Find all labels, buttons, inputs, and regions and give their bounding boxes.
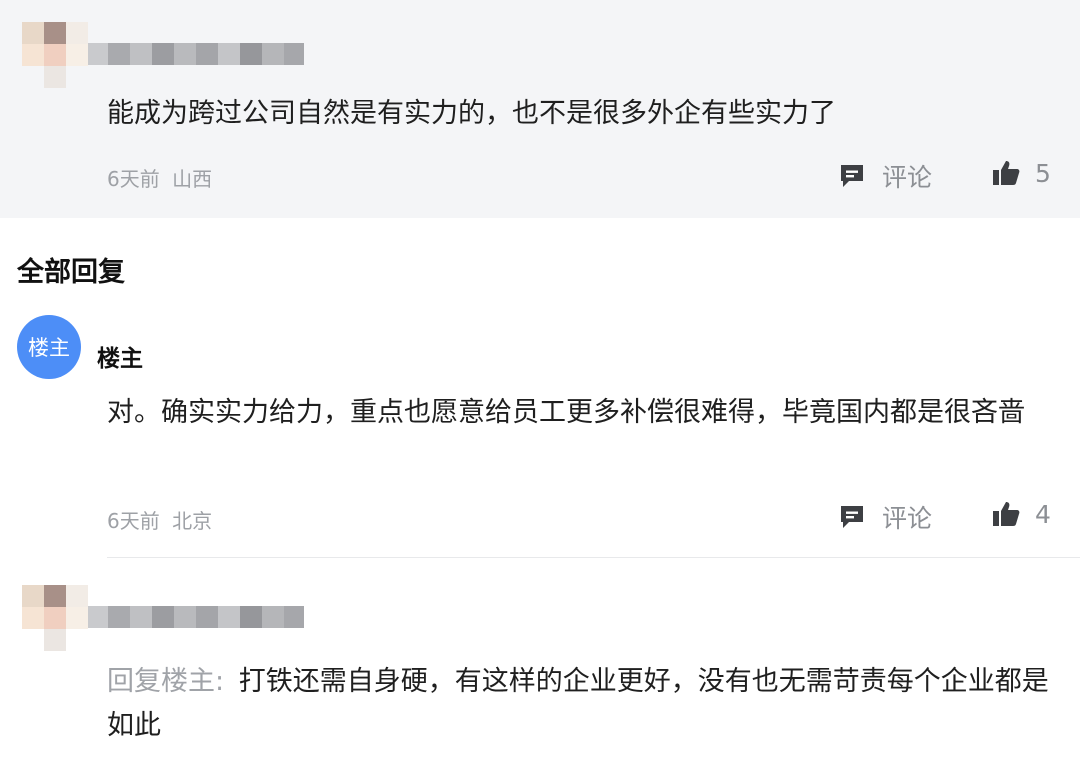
host-like-count: 4 — [1035, 499, 1051, 529]
comment-bubble-icon — [841, 165, 863, 187]
host-like-button[interactable]: 4 — [991, 499, 1051, 529]
divider — [107, 557, 1080, 558]
host-reply-text: 对。确实实力给力，重点也愿意给员工更多补偿很难得，毕竟国内都是很吝啬 — [107, 397, 1025, 428]
blurred-username[interactable] — [88, 606, 304, 628]
host-reply-meta: 6天前 北京 — [107, 505, 212, 534]
comment-time: 6天前 — [107, 167, 160, 191]
section-title: 全部回复 — [17, 257, 125, 288]
reply-prefix[interactable]: 回复楼主: — [107, 666, 224, 697]
host-comment-label: 评论 — [882, 504, 933, 533]
comment-text: 能成为跨过公司自然是有实力的，也不是很多外企有些实力了 — [107, 98, 836, 129]
reply-text: 打铁还需自身硬，有这样的企业更好，没有也无需苛责每个企业都是如此 — [107, 666, 1049, 741]
blurred-username[interactable] — [88, 43, 304, 65]
comment-label: 评论 — [882, 163, 933, 192]
host-reply-time: 6天前 — [107, 509, 160, 533]
thumbs-up-icon — [993, 161, 1020, 185]
comment-meta: 6天前 山西 — [107, 163, 212, 192]
host-comment-button[interactable]: 评论 — [838, 499, 932, 535]
comment-location: 山西 — [172, 167, 213, 191]
host-avatar[interactable]: 楼主 — [17, 315, 81, 379]
thumbs-up-icon — [993, 502, 1020, 526]
like-button[interactable]: 5 — [991, 158, 1051, 188]
comment-bubble-icon — [841, 506, 863, 528]
like-count: 5 — [1035, 158, 1051, 188]
comment-button[interactable]: 评论 — [838, 158, 932, 194]
reply-text-block: 回复楼主: 打铁还需自身硬，有这样的企业更好，没有也无需苛责每个企业都是如此 — [107, 660, 1065, 748]
host-reply-location: 北京 — [172, 509, 213, 533]
blurred-avatar[interactable] — [22, 22, 88, 88]
host-author-name[interactable]: 楼主 — [97, 339, 143, 373]
host-avatar-text: 楼主 — [28, 336, 70, 360]
blurred-avatar[interactable] — [22, 585, 88, 651]
